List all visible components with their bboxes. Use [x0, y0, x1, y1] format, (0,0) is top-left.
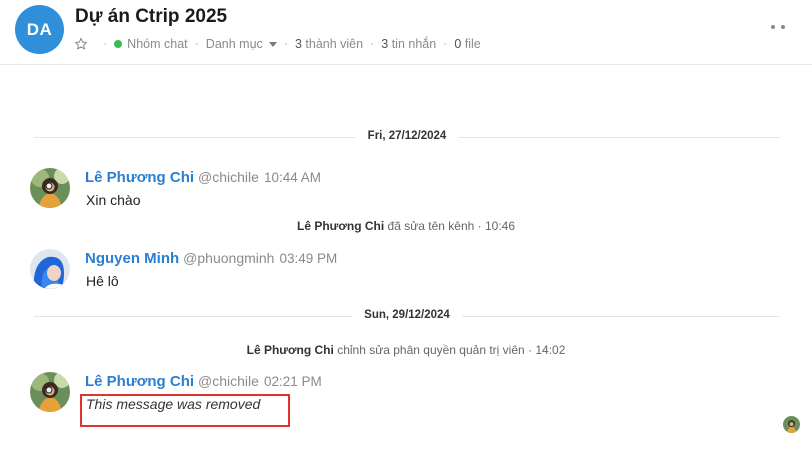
- online-status-dot: [114, 40, 123, 48]
- system-actor[interactable]: Lê Phương Chi: [247, 343, 334, 357]
- read-receipt-avatar[interactable]: [783, 416, 800, 433]
- author-handle[interactable]: @phuongminh: [183, 250, 274, 266]
- avatar[interactable]: [30, 168, 70, 208]
- post-header: Lê Phương Chi @chichile 10:44 AM: [85, 169, 321, 186]
- system-text: đã sửa tên kênh · 10:46: [387, 219, 515, 233]
- removed-message-text: This message was removed: [86, 396, 261, 412]
- star-icon[interactable]: [74, 37, 88, 51]
- post-time[interactable]: 10:44 AM: [264, 170, 321, 185]
- chevron-down-icon: [268, 41, 277, 47]
- separator-dot: ·: [283, 37, 288, 51]
- date-label: Fri, 27/12/2024: [355, 130, 459, 142]
- system-text: chỉnh sửa phân quyền quản trị viên · 14:…: [337, 343, 566, 357]
- system-actor[interactable]: Lê Phương Chi: [297, 219, 384, 233]
- author-name[interactable]: Nguyen Minh: [85, 250, 179, 267]
- category-dropdown[interactable]: Danh mục: [206, 37, 277, 51]
- channel-type[interactable]: Nhóm chat: [127, 37, 187, 51]
- channel-avatar[interactable]: DA: [15, 5, 64, 54]
- separator-dot: ·: [443, 37, 448, 51]
- members-count[interactable]: 3 thành viên: [295, 37, 363, 51]
- message-text: Hê lô: [86, 273, 119, 289]
- system-message: Lê Phương Chi chỉnh sửa phân quyền quản …: [0, 343, 812, 357]
- separator-dot: ·: [370, 37, 375, 51]
- post-header: Nguyen Minh @phuongminh 03:49 PM: [85, 250, 337, 267]
- author-handle[interactable]: @chichile: [198, 169, 259, 185]
- author-name[interactable]: Lê Phương Chi: [85, 169, 194, 186]
- date-separator: Sun, 29/12/2024: [34, 309, 780, 323]
- separator-dot: ·: [194, 37, 199, 51]
- avatar[interactable]: [30, 372, 70, 412]
- separator-dot: ·: [103, 37, 108, 51]
- channel-title[interactable]: Dự án Ctrip 2025: [75, 6, 227, 28]
- author-handle[interactable]: @chichile: [198, 373, 259, 389]
- system-message: Lê Phương Chi đã sửa tên kênh · 10:46: [0, 219, 812, 233]
- author-name[interactable]: Lê Phương Chi: [85, 373, 194, 390]
- post-time[interactable]: 02:21 PM: [264, 374, 322, 389]
- post-header: Lê Phương Chi @chichile 02:21 PM: [85, 373, 322, 390]
- date-label: Sun, 29/12/2024: [352, 309, 462, 321]
- more-options-icon[interactable]: [771, 25, 785, 31]
- messages-count[interactable]: 3 tin nhắn: [381, 37, 436, 51]
- files-count[interactable]: 0 file: [454, 37, 480, 51]
- post-time[interactable]: 03:49 PM: [279, 251, 337, 266]
- date-separator: Fri, 27/12/2024: [34, 130, 780, 144]
- channel-meta: · Nhóm chat · Danh mục · 3 thành viên · …: [74, 36, 481, 52]
- message-text: Xin chào: [86, 192, 141, 208]
- channel-header: DA Dự án Ctrip 2025 · Nhóm chat · Danh m…: [0, 0, 812, 65]
- avatar[interactable]: [30, 249, 70, 289]
- category-label: Danh mục: [205, 37, 263, 51]
